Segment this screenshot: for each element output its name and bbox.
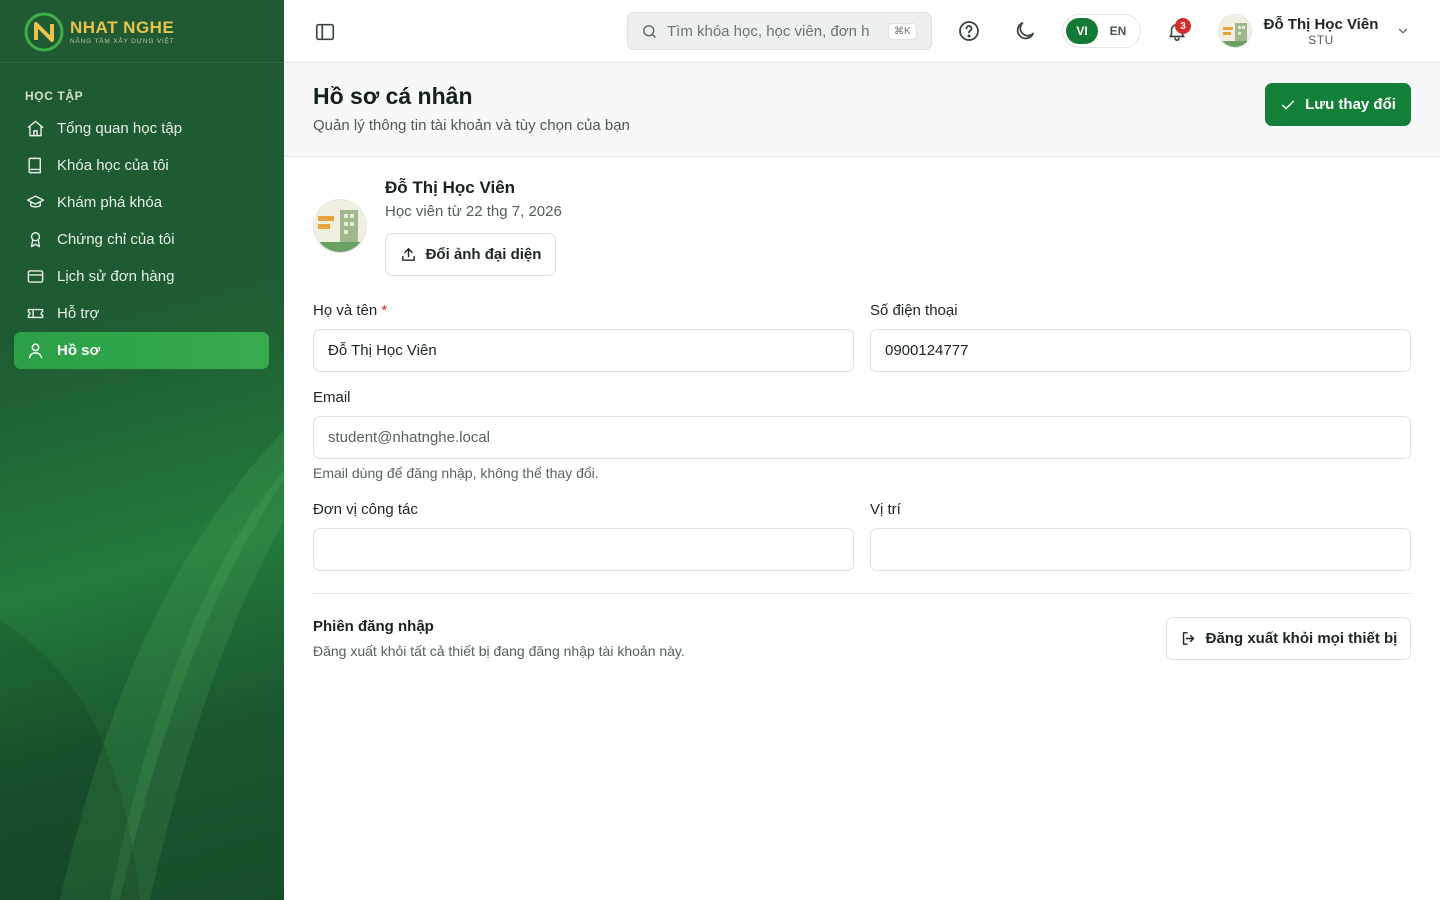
member-since: Học viên từ 22 thg 7, 2026: [385, 203, 562, 220]
user-role: STU: [1308, 32, 1334, 47]
brand-tagline: NÂNG TẦM XÂY DỰNG VIỆT: [70, 37, 175, 45]
lang-option-vi[interactable]: VI: [1066, 18, 1098, 44]
save-button[interactable]: Lưu thay đổi: [1265, 83, 1411, 126]
upload-icon: [401, 248, 415, 261]
search-input[interactable]: Tìm khóa học, học viên, đơn h: [667, 23, 879, 40]
sidebar-item-label: Khám phá khóa: [57, 194, 163, 211]
sidebar-item-support[interactable]: Hỗ trợ: [14, 295, 269, 332]
fullname-label: Họ và tên *: [313, 302, 388, 319]
sidebar-item-profile[interactable]: Hồ sơ: [14, 332, 269, 369]
logout-all-label: Đăng xuất khỏi mọi thiết bị: [1205, 630, 1398, 647]
session-description: Đăng xuất khỏi tất cả thiết bị đang đăng…: [313, 643, 685, 659]
save-button-label: Lưu thay đổi: [1305, 96, 1396, 113]
credit-card-icon: [27, 270, 44, 283]
brand-logo[interactable]: NHAT NGHE NÂNG TẦM XÂY DỰNG VIỆT: [24, 12, 175, 52]
logout-all-devices-button[interactable]: Đăng xuất khỏi mọi thiết bị: [1166, 617, 1411, 660]
sidebar-item-label: Tổng quan học tập: [57, 120, 183, 137]
sidebar-item-label: Khóa học của tôi: [57, 157, 169, 174]
organization-label: Đơn vị công tác: [313, 501, 418, 518]
search-icon: [643, 24, 656, 38]
fullname-input[interactable]: Đỗ Thị Học Viên: [313, 329, 854, 372]
sidebar-toggle-icon[interactable]: [314, 21, 336, 43]
position-label: Vị trí: [870, 501, 901, 518]
sidebar-divider: [0, 62, 284, 63]
phone-input[interactable]: 0900124777: [870, 329, 1411, 372]
sidebar-item-label: Chứng chỉ của tôi: [57, 231, 175, 248]
top-bar: Tìm khóa học, học viên, đơn h ⌘K VI EN 3…: [284, 0, 1440, 63]
sidebar-item-my-courses[interactable]: Khóa học của tôi: [14, 147, 269, 184]
profile-avatar[interactable]: [313, 199, 367, 253]
sidebar-item-label: Hỗ trợ: [57, 305, 100, 322]
avatar: [1218, 14, 1252, 48]
search-shortcut-hint: ⌘K: [888, 22, 917, 40]
phone-label: Số điện thoại: [870, 302, 958, 319]
organization-input[interactable]: [313, 528, 854, 571]
email-hint: Email dùng để đăng nhập, không thể thay …: [313, 465, 599, 481]
language-switcher: VI EN: [1062, 14, 1141, 48]
sidebar-item-label: Lịch sử đơn hàng: [57, 268, 175, 285]
check-icon: [1281, 100, 1295, 109]
logout-icon: [1182, 632, 1194, 645]
notification-count-badge: 3: [1175, 18, 1191, 34]
ticket-icon: [27, 308, 44, 319]
logo-mark-icon: [24, 12, 64, 52]
sidebar: NHAT NGHE NÂNG TẦM XÂY DỰNG VIỆT HỌC TẬP…: [0, 0, 284, 900]
page-subtitle: Quản lý thông tin tài khoản và tùy chọn …: [313, 117, 630, 134]
page-title: Hồ sơ cá nhân: [313, 83, 473, 109]
global-search[interactable]: Tìm khóa học, học viên, đơn h ⌘K: [627, 12, 932, 50]
graduation-cap-icon: [26, 195, 45, 208]
change-avatar-button[interactable]: Đổi ảnh đại diện: [385, 233, 556, 276]
chevron-down-icon: [1398, 28, 1408, 34]
position-input[interactable]: [870, 528, 1411, 571]
user-icon: [28, 343, 43, 359]
sidebar-section-label: HỌC TẬP: [25, 89, 84, 103]
sidebar-nav: Tổng quan học tập Khóa học của tôi Khám …: [14, 110, 269, 369]
award-icon: [30, 232, 41, 248]
sidebar-item-orders[interactable]: Lịch sử đơn hàng: [14, 258, 269, 295]
sidebar-item-certificates[interactable]: Chứng chỉ của tôi: [14, 221, 269, 258]
book-icon: [28, 157, 41, 174]
section-divider: [313, 593, 1411, 594]
lang-option-en[interactable]: EN: [1102, 18, 1134, 44]
page-header: Hồ sơ cá nhân Quản lý thông tin tài khoả…: [284, 63, 1440, 157]
help-icon[interactable]: [957, 19, 981, 43]
user-menu[interactable]: Đỗ Thị Học Viên STU: [1218, 14, 1410, 48]
moon-icon[interactable]: [1013, 19, 1037, 43]
email-label: Email: [313, 389, 351, 406]
change-avatar-label: Đổi ảnh đại diện: [425, 246, 542, 263]
profile-name: Đỗ Thị Học Viên: [385, 178, 516, 197]
required-marker: *: [381, 302, 388, 319]
home-icon: [27, 120, 44, 137]
sidebar-item-overview[interactable]: Tổng quan học tập: [14, 110, 269, 147]
brand-name: NHAT NGHE: [70, 17, 175, 37]
session-title: Phiên đăng nhập: [313, 618, 434, 635]
email-input[interactable]: student@nhatnghe.local: [313, 416, 1411, 459]
user-name: Đỗ Thị Học Viên: [1263, 15, 1379, 33]
sidebar-item-label: Hồ sơ: [57, 342, 101, 359]
sidebar-item-explore[interactable]: Khám phá khóa: [14, 184, 269, 221]
